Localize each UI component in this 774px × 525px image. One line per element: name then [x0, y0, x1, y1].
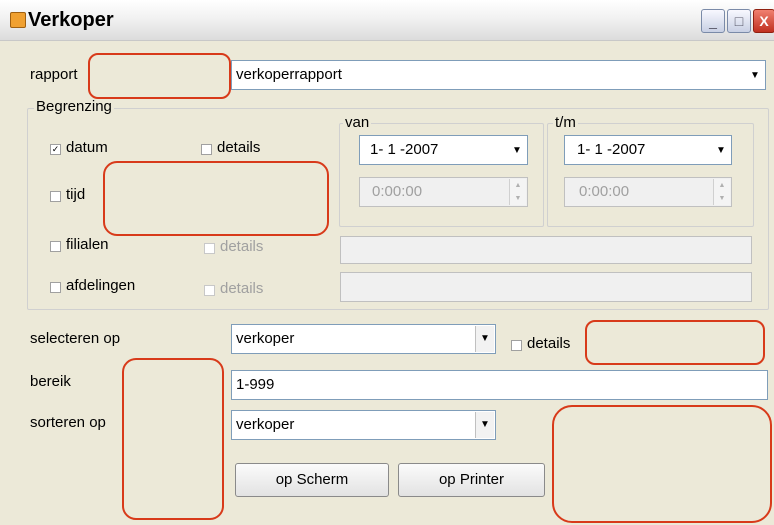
- selecteren-dropdown[interactable]: verkoper ▼: [231, 324, 496, 354]
- datum-details-label: details: [217, 139, 261, 156]
- filialen-details-checkbox[interactable]: [204, 243, 215, 254]
- rapport-dropdown[interactable]: verkoperrapport ▼: [231, 60, 766, 90]
- afdelingen-details-label: details: [220, 280, 264, 297]
- tm-legend: t/m: [553, 114, 578, 131]
- tijd-checkbox[interactable]: [50, 191, 61, 202]
- filialen-details-label: details: [220, 238, 264, 255]
- annotation-outline: [88, 53, 231, 99]
- close-button[interactable]: X: [753, 9, 774, 33]
- selecteren-details-label: details: [527, 335, 571, 352]
- minimize-button[interactable]: _: [701, 9, 725, 33]
- tm-time-value: 0:00:00: [579, 183, 630, 200]
- sorteren-label: sorteren op: [30, 414, 106, 431]
- selecteren-details-checkbox[interactable]: [511, 340, 522, 351]
- tm-time-spinner[interactable]: ▲ ▼: [713, 179, 730, 205]
- verkoper-window: Verkoper _ □ X rapport verkoperrapport ▼…: [0, 0, 774, 525]
- title-bar[interactable]: Verkoper _ □ X: [0, 0, 774, 41]
- chevron-down-icon[interactable]: ▼: [475, 326, 494, 352]
- datum-details-checkbox[interactable]: [201, 144, 212, 155]
- rapport-value: verkoperrapport: [236, 66, 342, 83]
- van-date-picker[interactable]: 1- 1 -2007 ▼: [359, 135, 528, 165]
- tm-date-picker[interactable]: 1- 1 -2007 ▼: [564, 135, 732, 165]
- van-time-field[interactable]: 0:00:00 ▲ ▼: [359, 177, 528, 207]
- annotation-outline: [122, 358, 224, 520]
- van-time-spinner[interactable]: ▲ ▼: [509, 179, 526, 205]
- van-date-value: 1- 1 -2007: [370, 141, 439, 158]
- app-icon: [10, 12, 26, 28]
- selecteren-value: verkoper: [236, 330, 295, 347]
- chevron-down-icon[interactable]: ▼: [475, 412, 494, 438]
- op-printer-button[interactable]: op Printer: [398, 463, 545, 497]
- rapport-label: rapport: [30, 66, 78, 83]
- van-legend: van: [343, 114, 372, 131]
- spin-up-icon[interactable]: ▲: [719, 182, 726, 189]
- annotation-outline: [552, 405, 772, 523]
- spin-up-icon[interactable]: ▲: [515, 182, 522, 189]
- sorteren-dropdown[interactable]: verkoper ▼: [231, 410, 496, 440]
- check-icon: ✓: [51, 144, 60, 154]
- filialen-checkbox[interactable]: [50, 241, 61, 252]
- spin-down-icon[interactable]: ▼: [515, 195, 522, 202]
- annotation-outline: [103, 161, 329, 236]
- tm-time-field[interactable]: 0:00:00 ▲ ▼: [564, 177, 732, 207]
- op-scherm-button[interactable]: op Scherm: [235, 463, 389, 497]
- chevron-down-icon[interactable]: ▼: [508, 137, 526, 163]
- afdelingen-checkbox[interactable]: [50, 282, 61, 293]
- begrenzing-legend: Begrenzing: [34, 98, 114, 115]
- bereik-input[interactable]: 1-999: [231, 370, 768, 400]
- filialen-field[interactable]: [340, 236, 752, 264]
- chevron-down-icon[interactable]: ▼: [746, 62, 764, 88]
- window-title: Verkoper: [28, 9, 114, 31]
- afdelingen-field[interactable]: [340, 272, 752, 302]
- bereik-value: 1-999: [236, 376, 275, 393]
- sorteren-value: verkoper: [236, 416, 295, 433]
- van-time-value: 0:00:00: [372, 183, 423, 200]
- tijd-label: tijd: [66, 186, 86, 203]
- annotation-outline: [585, 320, 765, 365]
- spin-down-icon[interactable]: ▼: [719, 195, 726, 202]
- bereik-label: bereik: [30, 373, 71, 390]
- selecteren-label: selecteren op: [30, 330, 121, 347]
- filialen-label: filialen: [66, 236, 109, 253]
- datum-checkbox[interactable]: ✓: [50, 144, 61, 155]
- datum-label: datum: [66, 139, 108, 156]
- afdelingen-label: afdelingen: [66, 277, 136, 294]
- chevron-down-icon[interactable]: ▼: [712, 137, 730, 163]
- afdelingen-details-checkbox[interactable]: [204, 285, 215, 296]
- tm-date-value: 1- 1 -2007: [577, 141, 646, 158]
- maximize-button[interactable]: □: [727, 9, 751, 33]
